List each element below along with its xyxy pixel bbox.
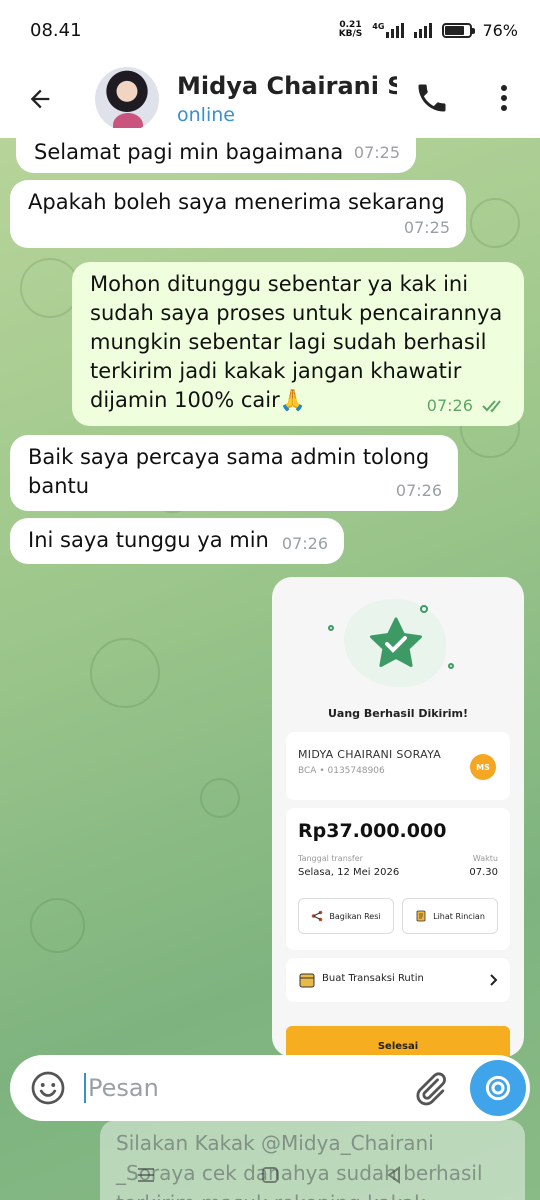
- share-icon: [312, 910, 323, 922]
- message-incoming[interactable]: Baik saya percaya sama admin tolong bant…: [10, 435, 458, 511]
- status-time: 08.41: [30, 19, 82, 41]
- message-incoming[interactable]: Apakah boleh saya menerima sekarang 07:2…: [10, 180, 466, 248]
- system-nav-bar: [0, 1150, 540, 1200]
- done-button[interactable]: Selesai: [286, 1026, 510, 1057]
- back-arrow-icon: [30, 89, 50, 109]
- camera-icon: [485, 1075, 511, 1101]
- message-text: Apakah boleh saya menerima sekarang: [28, 190, 445, 214]
- view-details-button[interactable]: Lihat Rincian: [402, 898, 498, 934]
- document-icon: [416, 910, 426, 922]
- recipient-name: MIDYA CHAIRANI SORAYA: [298, 748, 442, 761]
- more-options-button[interactable]: [492, 80, 516, 116]
- contact-info[interactable]: Midya Chairani Soraya online: [177, 72, 397, 126]
- message-outgoing[interactable]: Mohon ditunggu sebentar ya kak ini sudah…: [72, 262, 524, 426]
- back-button[interactable]: [0, 60, 80, 138]
- status-bar: 08.41 0.21 KB/S 4G 76%: [0, 0, 540, 60]
- message-input[interactable]: Pesan: [88, 1074, 388, 1102]
- message-incoming[interactable]: Ini saya tunggu ya min 07:26: [10, 518, 344, 564]
- more-vert-icon: [501, 85, 507, 111]
- transfer-card: Rp37.000.000 Tanggal transfer Selasa, 12…: [286, 808, 510, 950]
- attach-button[interactable]: [410, 1069, 450, 1109]
- home-icon[interactable]: [258, 1163, 282, 1187]
- message-time: 07:26: [281, 534, 328, 553]
- paperclip-icon: [416, 1072, 446, 1106]
- avatar[interactable]: [95, 67, 159, 131]
- message-text: Selamat pagi min bagaimana: [34, 140, 344, 164]
- recurring-label: Buat Transaksi Rutin: [322, 973, 424, 984]
- message-time: 07:26: [395, 481, 442, 500]
- message-time: 07:25: [403, 218, 450, 237]
- recipient-card: MIDYA CHAIRANI SORAYA BCA • 0135748906 M…: [286, 732, 510, 800]
- phone-icon: [418, 84, 446, 112]
- signal-icon: [414, 22, 433, 38]
- calendar-icon: [299, 973, 315, 988]
- success-star-icon: [370, 617, 422, 667]
- double-check-icon: [482, 400, 501, 413]
- message-time-group: 07:26: [427, 391, 508, 420]
- message-incoming[interactable]: Selamat pagi min bagaimana 07:25: [16, 128, 416, 173]
- message-time: 07:25: [353, 143, 400, 162]
- receipt-title: Uang Berhasil Dikirim!: [328, 707, 468, 720]
- message-text: Baik saya percaya sama admin tolong bant…: [28, 445, 430, 498]
- contact-status: online: [177, 104, 235, 126]
- emoji-button[interactable]: [30, 1070, 66, 1106]
- date-label: Tanggal transfer: [298, 854, 363, 863]
- recipient-initials-badge: MS: [470, 754, 496, 780]
- recurring-transaction-row[interactable]: Buat Transaksi Rutin: [286, 958, 510, 1002]
- contact-name: Midya Chairani Soraya: [177, 72, 397, 100]
- call-button[interactable]: [414, 80, 450, 116]
- recents-icon[interactable]: [134, 1163, 158, 1187]
- time-value: 07.30: [469, 867, 498, 878]
- battery-level: 76%: [482, 20, 518, 40]
- emoji-icon: [31, 1071, 65, 1105]
- message-time: 07:26: [426, 396, 473, 415]
- text-cursor: [84, 1073, 86, 1103]
- transfer-amount: Rp37.000.000: [298, 820, 447, 842]
- receipt-image[interactable]: Uang Berhasil Dikirim! MIDYA CHAIRANI SO…: [272, 577, 524, 1057]
- network-speed: 0.21 KB/S: [338, 20, 363, 39]
- chevron-right-icon: [490, 974, 498, 986]
- battery-icon: [442, 22, 476, 38]
- share-receipt-button[interactable]: Bagikan Resi: [298, 898, 394, 934]
- time-label: Waktu: [472, 854, 498, 863]
- back-nav-icon[interactable]: [382, 1163, 406, 1187]
- message-composer: Pesan: [10, 1055, 530, 1121]
- signal-4g-icon: 4G: [372, 22, 405, 38]
- chat-header: Midya Chairani Soraya online: [0, 60, 540, 138]
- message-text: Ini saya tunggu ya min: [28, 528, 269, 552]
- date-value: Selasa, 12 Mei 2026: [298, 867, 400, 878]
- status-icons: 0.21 KB/S 4G 76%: [339, 21, 518, 40]
- recipient-account: BCA • 0135748906: [298, 766, 385, 776]
- camera-button[interactable]: [470, 1060, 526, 1116]
